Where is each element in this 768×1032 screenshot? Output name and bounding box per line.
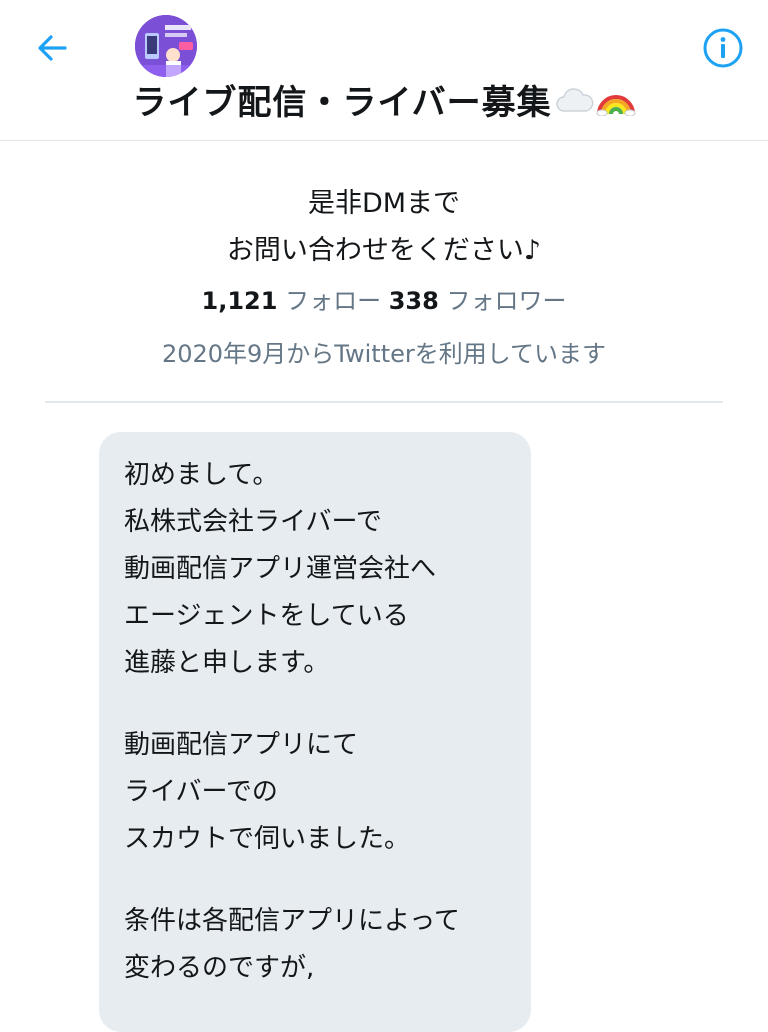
joined-date: 2020年9月からTwitterを利用しています	[161, 340, 607, 368]
back-button[interactable]	[30, 26, 74, 70]
followers-count: 338	[388, 287, 439, 315]
message-line: 私株式会社ライバーで	[124, 507, 382, 537]
following-link[interactable]: 1,121 フォロー	[202, 287, 382, 315]
bio-line: お問い合わせをください♪	[226, 235, 542, 266]
rainbow-emoji	[596, 80, 636, 130]
bio-line: 是非DMまで	[307, 188, 461, 219]
avatar[interactable]	[135, 15, 197, 77]
message-line: 動画配信アプリにて	[124, 730, 359, 760]
info-button[interactable]	[700, 25, 746, 71]
message-line: 進藤と申します。	[124, 648, 330, 678]
conversation-header: ライブ配信・ライバー募集	[0, 0, 768, 141]
following-count: 1,121	[201, 287, 278, 315]
conversation-title: ライブ配信・ライバー募集	[0, 78, 768, 130]
message-line: 変わるのですが,	[124, 953, 315, 983]
info-icon	[703, 28, 743, 68]
avatar-image	[135, 15, 197, 77]
profile-bio: 是非DMまで お問い合わせをください♪	[0, 180, 768, 274]
message-line: 動画配信アプリ運営会社へ	[124, 554, 437, 584]
followers-link[interactable]: 338 フォロワー	[389, 287, 567, 315]
message-line: 初めまして。	[124, 460, 279, 490]
arrow-left-icon	[38, 35, 67, 61]
title-text: ライブ配信・ライバー募集	[132, 83, 552, 123]
message-line: エージェントをしている	[124, 601, 409, 631]
message-line: スカウトで伺いました。	[124, 824, 411, 854]
follow-stats: 1,121 フォロー 338 フォロワー	[0, 283, 768, 319]
cloud-emoji	[554, 80, 594, 130]
message-line: ライバーでの	[124, 777, 278, 807]
message-line: 条件は各配信アプリによって	[124, 906, 460, 936]
message-bubble[interactable]: 初めまして。 私株式会社ライバーで 動画配信アプリ運営会社へ エージェントをして…	[99, 432, 531, 1032]
followers-label: フォロワー	[446, 287, 567, 315]
divider	[45, 401, 723, 403]
following-label: フォロー	[285, 287, 382, 315]
